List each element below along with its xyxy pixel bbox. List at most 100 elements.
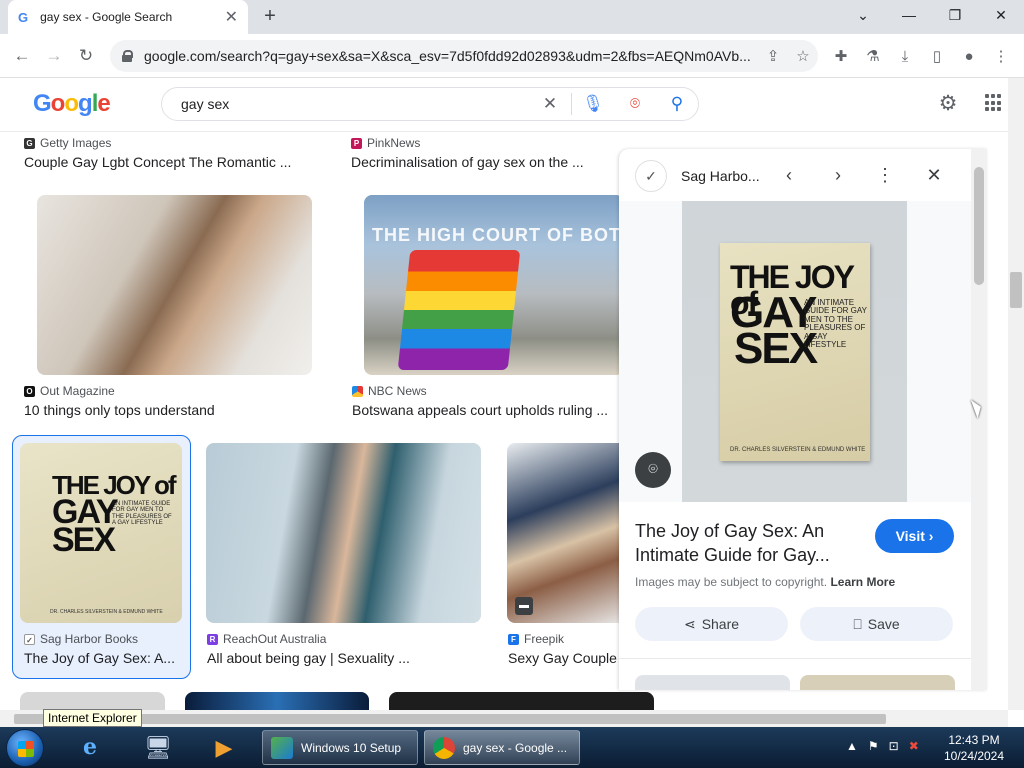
- preview-book-image[interactable]: THE JOY of GAY SEX AN INTIMATE GUIDE FOR…: [682, 201, 907, 502]
- windows-taskbar: e 🖥 ▶ Windows 10 Setup gay sex - Google …: [0, 727, 1024, 768]
- result-source[interactable]: O Out Magazine: [24, 384, 115, 398]
- bookmark-icon: ⎕: [853, 615, 862, 632]
- minimize-button[interactable]: —: [886, 0, 932, 30]
- taskbar-chrome-window[interactable]: gay sex - Google ...: [424, 730, 580, 765]
- address-bar[interactable]: google.com/search?q=gay+sex&sa=X&sca_esv…: [110, 40, 818, 72]
- related-image-1[interactable]: [635, 675, 790, 690]
- media-player-icon[interactable]: ▶: [206, 731, 242, 764]
- result-image-row4-1[interactable]: [20, 692, 165, 710]
- clear-search-icon[interactable]: ✕: [529, 94, 571, 114]
- profile-avatar-icon[interactable]: ●: [958, 46, 980, 68]
- result-image-book-cover[interactable]: THE JOY of GAY SEX AN INTIMATE GUIDE FOR…: [20, 443, 182, 623]
- result-source[interactable]: NBC News: [352, 384, 427, 398]
- extensions-icon[interactable]: ✚: [830, 46, 852, 68]
- share-page-icon[interactable]: ⇪: [758, 47, 788, 65]
- result-title[interactable]: Couple Gay Lgbt Concept The Romantic ...: [24, 154, 314, 170]
- page-horizontal-scrollbar-thumb[interactable]: [14, 714, 886, 724]
- lens-camera-icon[interactable]: ⌾: [614, 94, 656, 114]
- panel-scrollbar-thumb[interactable]: [974, 167, 984, 285]
- next-image-icon[interactable]: ›: [826, 163, 850, 187]
- close-window-button[interactable]: ✕: [978, 0, 1024, 30]
- result-image-row4-2[interactable]: [185, 692, 369, 710]
- result-title[interactable]: All about being gay | Sexuality ...: [207, 650, 477, 666]
- volume-muted-icon[interactable]: ✖: [909, 739, 919, 753]
- settings-gear-icon[interactable]: ⚙: [936, 92, 960, 116]
- result-title[interactable]: Decriminalisation of gay sex on the ...: [351, 154, 611, 170]
- result-source[interactable]: G Getty Images: [24, 136, 111, 150]
- visit-button[interactable]: Visit ›: [875, 519, 954, 553]
- result-image-freepik-couple[interactable]: ▬: [507, 443, 627, 623]
- result-title[interactable]: Botswana appeals court upholds ruling ..…: [352, 402, 618, 418]
- computer-icon[interactable]: 🖥: [140, 731, 176, 764]
- clock-date: 10/24/2024: [943, 749, 1005, 763]
- result-image-man-on-bed[interactable]: [37, 195, 312, 375]
- tab-search-chevron-icon[interactable]: ⌄: [840, 0, 886, 30]
- related-image-2[interactable]: [800, 675, 955, 690]
- share-icon: ⋖: [683, 615, 696, 632]
- court-sign-text: THE HIGH COURT OF BOTSW: [372, 225, 624, 245]
- learn-more-link[interactable]: Learn More: [830, 575, 895, 589]
- save-button[interactable]: ⎕ Save: [800, 607, 953, 641]
- back-button[interactable]: ←: [10, 44, 34, 68]
- action-center-flag-icon[interactable]: ⚑: [868, 739, 879, 753]
- tab-title: gay sex - Google Search: [40, 10, 173, 24]
- search-input[interactable]: [181, 96, 529, 112]
- panel-source-name[interactable]: Sag Harbo...: [681, 168, 760, 184]
- taskbar-windows10-setup[interactable]: Windows 10 Setup: [262, 730, 418, 765]
- result-title[interactable]: 10 things only tops understand: [24, 402, 314, 418]
- lens-search-icon[interactable]: ⌾: [635, 452, 671, 488]
- google-logo[interactable]: Google: [33, 90, 111, 118]
- network-icon[interactable]: ⊡: [889, 739, 899, 753]
- page-vertical-scrollbar-thumb[interactable]: [1010, 272, 1022, 308]
- setup-app-icon: [271, 736, 293, 759]
- tray-expand-icon[interactable]: ▲: [846, 739, 858, 753]
- result-title[interactable]: Sexy Gay Couple: [508, 650, 618, 666]
- result-image-pride-flag-court[interactable]: THE HIGH COURT OF BOTSW: [364, 195, 624, 375]
- tab-google-search[interactable]: G gay sex - Google Search ✕: [8, 0, 248, 34]
- internet-explorer-icon[interactable]: e: [72, 731, 108, 764]
- page-vertical-scrollbar[interactable]: [1008, 78, 1024, 710]
- search-box: ✕ 🎙 ⌾ ⚲: [161, 87, 699, 121]
- search-icon[interactable]: ⚲: [656, 94, 698, 114]
- lock-icon: [122, 50, 133, 62]
- system-tray: ▲ ⚑ ⊡ ✖: [846, 739, 919, 753]
- book-cover: THE JOY of GAY SEX AN INTIMATE GUIDE FOR…: [720, 243, 870, 461]
- forward-button[interactable]: →: [42, 44, 66, 68]
- panel-title[interactable]: The Joy of Gay Sex: An Intimate Guide fo…: [635, 519, 865, 567]
- clock-time: 12:43 PM: [948, 733, 1000, 747]
- reload-button[interactable]: ↻: [74, 44, 98, 68]
- result-title[interactable]: The Joy of Gay Sex: A...: [24, 650, 176, 666]
- panel-divider: [619, 658, 971, 659]
- result-image-row4-3[interactable]: [389, 692, 654, 710]
- chrome-app-icon: [433, 736, 455, 759]
- source-site-icon: ✓: [635, 160, 667, 192]
- tooltip: Internet Explorer: [43, 709, 142, 727]
- result-image-couple-hugging[interactable]: [206, 443, 481, 623]
- result-source[interactable]: R ReachOut Australia: [207, 632, 326, 646]
- labs-flask-icon[interactable]: ⚗: [862, 46, 884, 68]
- previous-image-icon[interactable]: ‹: [777, 163, 801, 187]
- download-icon[interactable]: ⤓: [894, 46, 916, 68]
- tab-strip: G gay sex - Google Search ✕ + ⌄ — ❐ ✕: [0, 0, 1024, 34]
- close-panel-icon[interactable]: ✕: [922, 163, 946, 187]
- result-source[interactable]: P PinkNews: [351, 136, 420, 150]
- system-clock[interactable]: 12:43 PM 10/24/2024: [932, 732, 1016, 764]
- more-options-icon[interactable]: ⋮: [873, 163, 897, 187]
- google-apps-icon[interactable]: [985, 94, 1003, 112]
- url-text: google.com/search?q=gay+sex&sa=X&sca_esv…: [144, 48, 751, 64]
- result-source[interactable]: F Freepik: [508, 632, 564, 646]
- bookmark-star-icon[interactable]: ☆: [788, 47, 818, 65]
- browser-menu-icon[interactable]: ⋮: [990, 46, 1012, 68]
- microphone-icon[interactable]: 🎙: [572, 94, 614, 114]
- share-button[interactable]: ⋖ Share: [635, 607, 788, 641]
- rainbow-flag-shape: [397, 250, 521, 370]
- start-button[interactable]: [6, 729, 44, 767]
- restore-button[interactable]: ❐: [932, 0, 978, 30]
- image-badge-icon: ▬: [515, 597, 533, 615]
- google-favicon-icon: G: [18, 9, 29, 25]
- close-tab-icon[interactable]: ✕: [225, 7, 238, 27]
- side-panel-icon[interactable]: ▯: [926, 46, 948, 68]
- new-tab-button[interactable]: +: [258, 5, 282, 29]
- result-source[interactable]: ✓ Sag Harbor Books: [24, 632, 138, 646]
- google-header: Google ✕ 🎙 ⌾ ⚲ ⚙: [0, 78, 1008, 132]
